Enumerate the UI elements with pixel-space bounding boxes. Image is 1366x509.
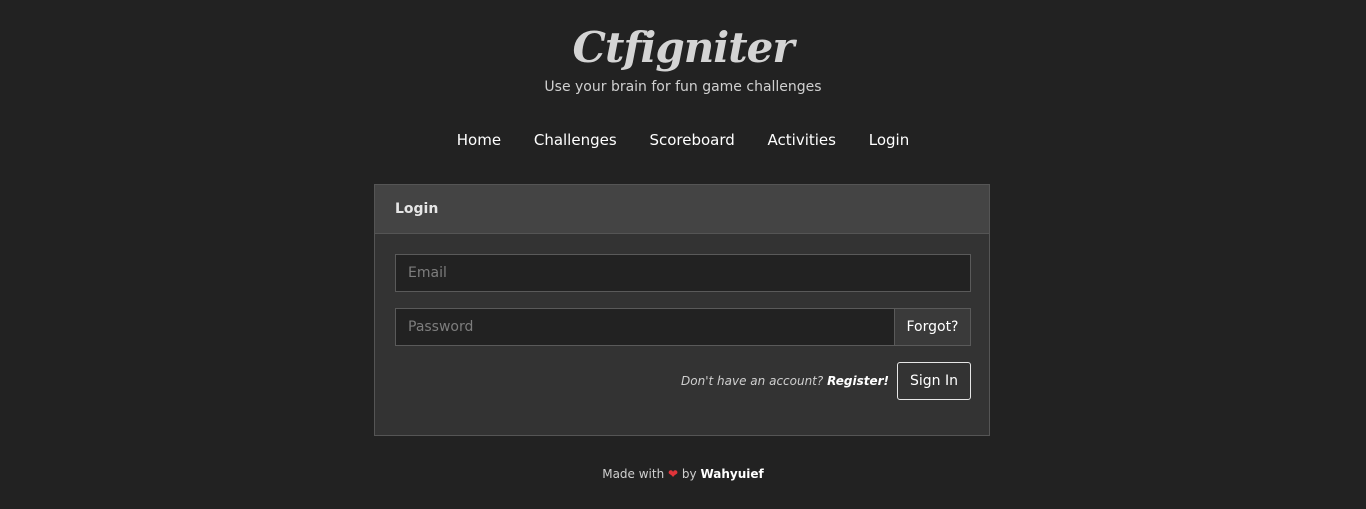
nav-item-login[interactable]: Login bbox=[869, 130, 909, 150]
footer-by: by bbox=[681, 467, 697, 481]
login-form: Forgot? Don't have an account? Register!… bbox=[375, 234, 989, 420]
nav-item-scoreboard[interactable]: Scoreboard bbox=[649, 130, 734, 150]
password-field[interactable] bbox=[395, 308, 895, 346]
login-panel-heading: Login bbox=[375, 185, 989, 234]
register-link[interactable]: Register! bbox=[827, 374, 889, 388]
nav-item-home[interactable]: Home bbox=[457, 130, 501, 150]
author-link[interactable]: Wahyuief bbox=[700, 467, 763, 481]
no-account-text: Don't have an account? bbox=[681, 374, 824, 388]
login-panel: Login Forgot? Don't have an account? Reg… bbox=[374, 184, 990, 436]
password-group: Forgot? bbox=[395, 308, 971, 346]
site-title[interactable]: Ctfigniter bbox=[0, 22, 1366, 74]
site-tagline: Use your brain for fun game challenges bbox=[544, 79, 822, 95]
email-field[interactable] bbox=[395, 254, 971, 292]
main-nav: Home Challenges Scoreboard Activities Lo… bbox=[0, 130, 1366, 150]
footer-made-with: Made with bbox=[602, 467, 665, 481]
brand-header: Ctfigniter Use your brain for fun game c… bbox=[0, 22, 1366, 96]
login-actions: Don't have an account? Register! Sign In bbox=[395, 362, 971, 400]
page: Ctfigniter Use your brain for fun game c… bbox=[0, 0, 1366, 509]
sign-in-button[interactable]: Sign In bbox=[897, 362, 971, 400]
heart-icon: ❤ bbox=[668, 467, 679, 481]
footer: Made with ❤ by Wahyuief bbox=[0, 466, 1366, 482]
nav-item-challenges[interactable]: Challenges bbox=[534, 130, 617, 150]
nav-item-activities[interactable]: Activities bbox=[768, 130, 836, 150]
forgot-password-button[interactable]: Forgot? bbox=[895, 308, 971, 346]
register-note: Don't have an account? Register! bbox=[681, 374, 889, 388]
